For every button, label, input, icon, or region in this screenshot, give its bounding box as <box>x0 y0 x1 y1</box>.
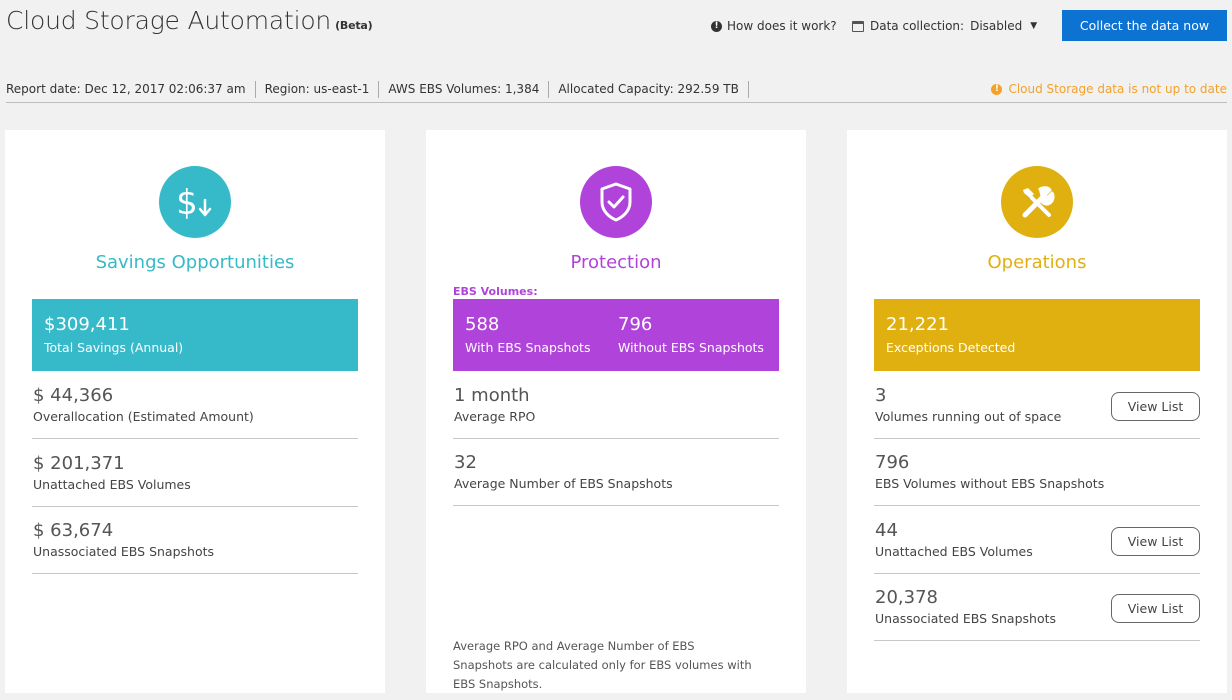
with-snapshots-value: 588 <box>465 314 500 335</box>
warning-icon: ! <box>991 84 1003 95</box>
row-value: 3 <box>875 385 887 406</box>
shield-check-icon <box>580 166 652 238</box>
collect-data-button[interactable]: Collect the data now <box>1062 10 1227 41</box>
report-volumes: AWS EBS Volumes: 1,384 <box>379 81 550 98</box>
ebs-volumes-hero: 588 With EBS Snapshots 796 Without EBS S… <box>453 299 779 371</box>
report-bar: Report date: Dec 12, 2017 02:06:37 am Re… <box>6 81 1227 103</box>
page-title-text: Cloud Storage Automation <box>6 6 332 35</box>
view-list-button[interactable]: View List <box>1111 392 1200 421</box>
row-value: $ 201,371 <box>33 453 125 474</box>
row-label: Volumes running out of space <box>875 409 1062 424</box>
exceptions-value: 21,221 <box>886 314 949 335</box>
savings-title: Savings Opportunities <box>95 252 295 273</box>
operations-row-out-of-space: 3 Volumes running out of space View List <box>874 371 1200 439</box>
total-savings-value: $309,411 <box>44 314 130 335</box>
tools-icon <box>1001 166 1073 238</box>
savings-card: $ Savings Opportunities $309,411 Total S… <box>5 130 385 693</box>
view-list-button[interactable]: View List <box>1111 594 1200 623</box>
beta-badge: (Beta) <box>335 19 373 32</box>
stale-data-warning-text: Cloud Storage data is not up to date <box>1008 82 1227 96</box>
row-label: Overallocation (Estimated Amount) <box>33 409 254 424</box>
row-label: Unassociated EBS Snapshots <box>875 611 1057 626</box>
report-region: Region: us-east-1 <box>256 81 380 98</box>
without-snapshots-label: Without EBS Snapshots <box>618 340 764 355</box>
row-value: 44 <box>875 520 898 541</box>
savings-row-unassociated: $ 63,674 Unassociated EBS Snapshots <box>32 506 358 574</box>
operations-card: Operations 21,221 Exceptions Detected 3 … <box>847 130 1227 693</box>
row-value: 20,378 <box>875 587 938 608</box>
report-capacity: Allocated Capacity: 292.59 TB <box>549 81 749 98</box>
protection-title: Protection <box>570 252 662 273</box>
exceptions-hero: 21,221 Exceptions Detected <box>874 299 1200 371</box>
protection-footnote: Average RPO and Average Number of EBS Sn… <box>453 639 752 691</box>
page-title: Cloud Storage Automation (Beta) <box>6 6 373 35</box>
data-collection-label: Data collection: <box>870 19 965 33</box>
total-savings-label: Total Savings (Annual) <box>44 340 184 355</box>
report-date: Report date: Dec 12, 2017 02:06:37 am <box>6 81 256 98</box>
row-label: Average Number of EBS Snapshots <box>454 476 673 491</box>
row-value: 32 <box>454 452 477 473</box>
with-snapshots-label: With EBS Snapshots <box>465 340 591 355</box>
svg-text:$: $ <box>176 183 198 223</box>
without-snapshots-value: 796 <box>618 314 653 335</box>
operations-row-without-snapshots: 796 EBS Volumes without EBS Snapshots <box>874 438 1200 506</box>
row-value: 1 month <box>454 385 530 406</box>
savings-row-overallocation: $ 44,366 Overallocation (Estimated Amoun… <box>32 371 358 439</box>
operations-row-unassociated: 20,378 Unassociated EBS Snapshots View L… <box>874 573 1200 641</box>
exceptions-label: Exceptions Detected <box>886 340 1016 355</box>
protection-row-snapshots: 32 Average Number of EBS Snapshots <box>453 438 779 506</box>
savings-row-unattached: $ 201,371 Unattached EBS Volumes <box>32 439 358 507</box>
info-icon: ! <box>711 20 722 32</box>
data-collection-dropdown[interactable]: Data collection: Disabled ▼ <box>852 19 1037 33</box>
row-label: EBS Volumes without EBS Snapshots <box>875 476 1105 491</box>
protection-card: Protection EBS Volumes: 588 With EBS Sna… <box>426 130 806 693</box>
dollar-down-icon: $ <box>159 166 231 238</box>
stale-data-warning: ! Cloud Storage data is not up to date <box>991 81 1227 98</box>
data-collection-value: Disabled <box>970 19 1023 33</box>
row-value: 796 <box>875 452 910 473</box>
how-it-works-label: How does it work? <box>727 19 837 33</box>
row-value: $ 44,366 <box>33 385 114 406</box>
operations-title: Operations <box>987 252 1087 273</box>
how-it-works-link[interactable]: ! How does it work? <box>711 19 837 33</box>
row-label: Average RPO <box>454 409 536 424</box>
operations-row-unattached: 44 Unattached EBS Volumes View List <box>874 506 1200 574</box>
protection-row-rpo: 1 month Average RPO <box>453 371 779 439</box>
ebs-volumes-sublabel: EBS Volumes: <box>453 285 538 298</box>
row-label: Unattached EBS Volumes <box>875 544 1033 559</box>
view-list-button[interactable]: View List <box>1111 527 1200 556</box>
total-savings-hero: $309,411 Total Savings (Annual) <box>32 299 358 371</box>
calendar-icon <box>852 20 864 32</box>
caret-down-icon: ▼ <box>1030 21 1038 31</box>
row-label: Unassociated EBS Snapshots <box>33 544 215 559</box>
row-label: Unattached EBS Volumes <box>33 477 191 492</box>
row-value: $ 63,674 <box>33 520 114 541</box>
